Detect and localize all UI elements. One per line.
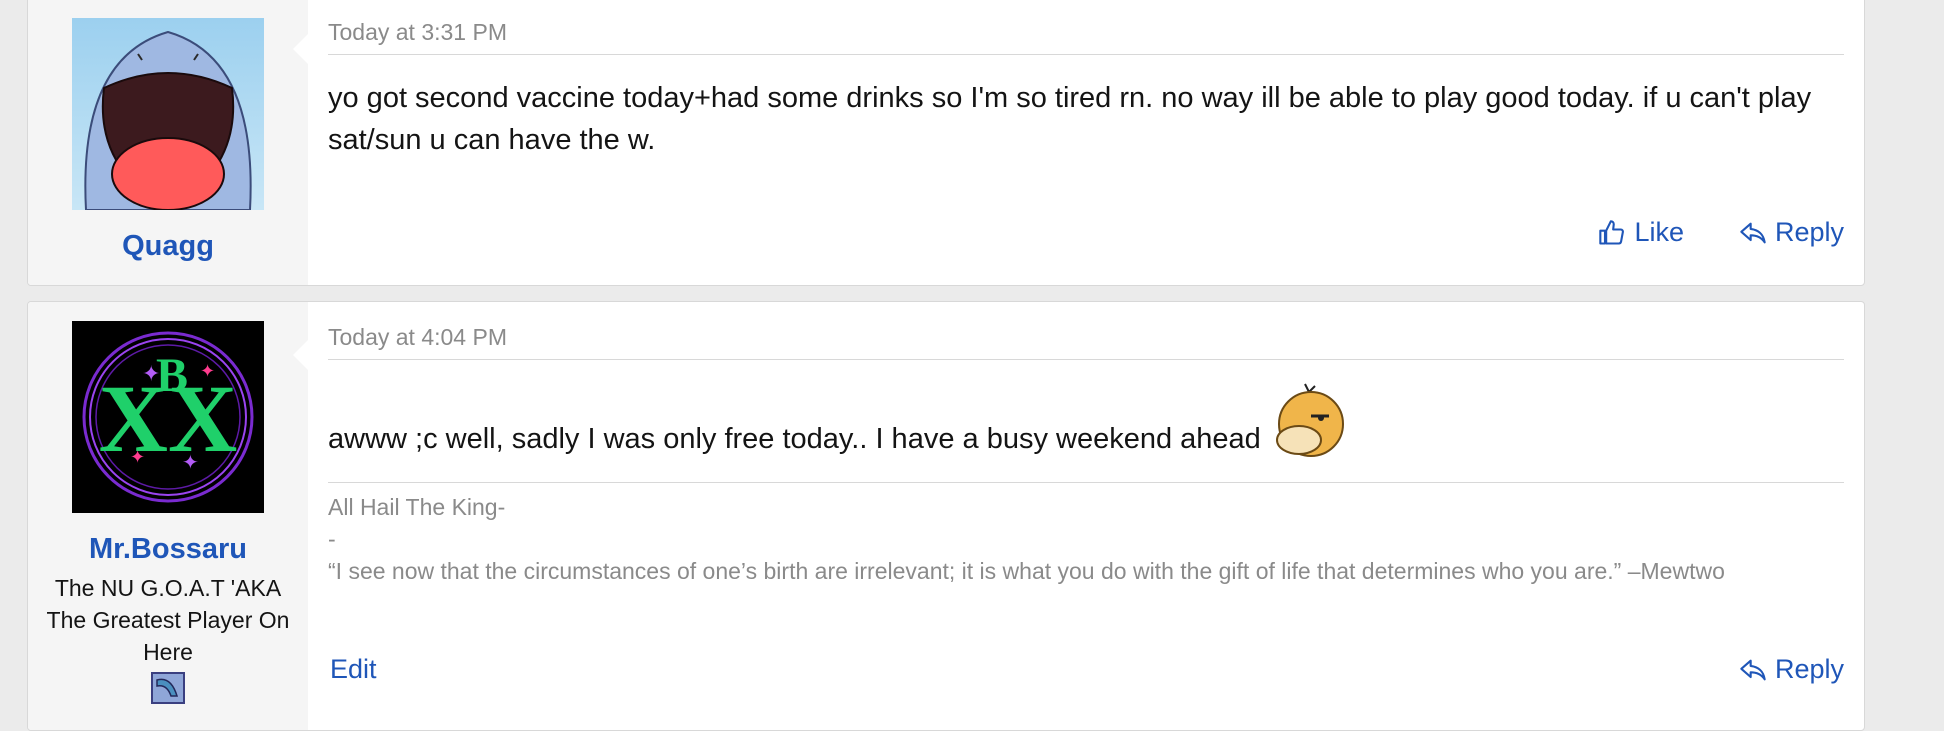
reply-label: Reply [1774,217,1844,247]
message-content: Today at 3:31 PM yo got second vaccine t… [308,0,1864,285]
speech-arrow [293,33,309,65]
svg-text:✦: ✦ [200,361,215,381]
signature-line: - [328,526,336,552]
svg-text:✦: ✦ [142,361,160,386]
avatar[interactable]: XX B ✦ ✦ ✦ ✦ [72,321,264,513]
message-post: XX B ✦ ✦ ✦ ✦ Mr.Bossaru The NU G.O.A.T '… [27,301,1865,731]
user-sidebar: Quagg [28,0,309,285]
username[interactable]: Mr.Bossaru [89,533,247,566]
banner-icon [151,672,185,704]
post-date[interactable]: Today at 3:31 PM [328,19,1844,55]
message-text: awww ;c well, sadly I was only free toda… [328,423,1261,455]
reply-label: Reply [1774,654,1844,684]
signature-line: “I see now that the circumstances of one… [328,558,1725,584]
svg-text:✦: ✦ [130,447,145,467]
message-row: awww ;c well, sadly I was only free toda… [328,380,1844,460]
user-title: The NU G.O.A.T 'AKA The Greatest Player … [46,575,290,665]
svg-text:B: B [156,349,188,402]
like-button[interactable]: Like [1598,217,1684,248]
avatar[interactable] [72,18,264,210]
like-label: Like [1634,217,1684,247]
reply-arrow-icon [1740,659,1766,680]
post-date[interactable]: Today at 4:04 PM [328,324,1844,360]
psyduck-emoji [1275,383,1344,457]
thumbs-up-icon [1599,219,1625,245]
edit-label: Edit [330,654,377,684]
reply-button[interactable]: Reply [1739,654,1844,685]
svg-text:✦: ✦ [182,452,199,474]
edit-button[interactable]: Edit [330,654,377,685]
signature-line: All Hail The King- [328,494,506,520]
message-post: Quagg Today at 3:31 PM yo got second vac… [27,0,1865,286]
user-sidebar: XX B ✦ ✦ ✦ ✦ Mr.Bossaru The NU G.O.A.T '… [28,302,309,730]
message-text: yo got second vaccine today+had some dri… [328,82,1812,156]
username[interactable]: Quagg [122,230,214,263]
signature: All Hail The King- - “I see now that the… [328,482,1844,587]
message-content: Today at 4:04 PM awww ;c well, sadly I w… [308,302,1864,730]
speech-arrow [293,339,309,371]
reply-arrow-icon [1740,222,1766,243]
reply-button[interactable]: Reply [1739,217,1844,248]
